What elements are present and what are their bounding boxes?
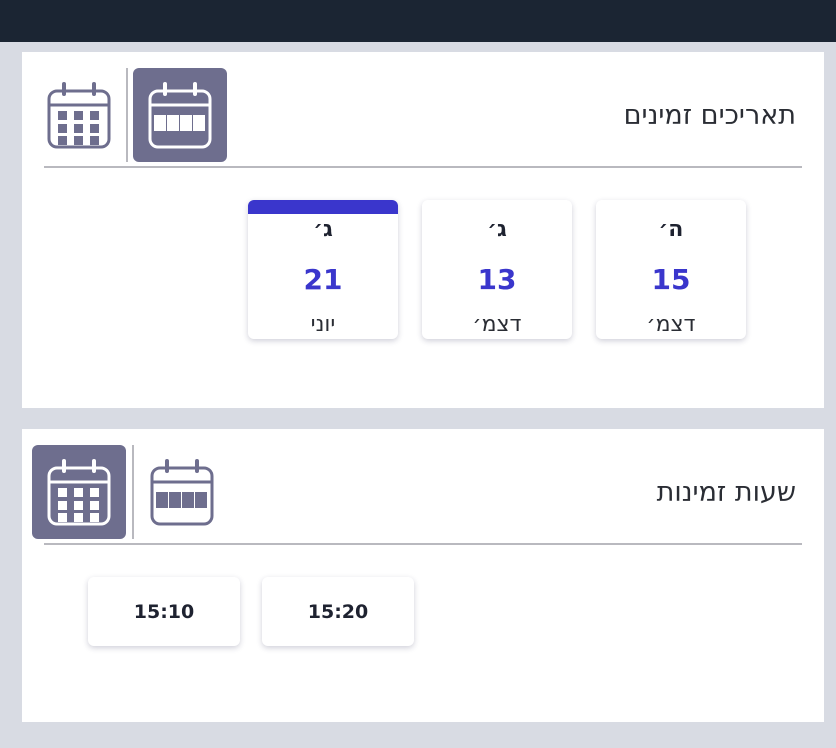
dates-month-view-button[interactable]: [32, 68, 126, 162]
dates-section-title: תאריכים זמינים: [623, 100, 796, 131]
time-option[interactable]: 15:10: [88, 577, 240, 646]
date-number: 21: [303, 263, 343, 296]
time-option[interactable]: 15:20: [262, 577, 414, 646]
top-bar: [0, 0, 836, 42]
calendar-month-icon: [47, 459, 111, 526]
hours-section-title: שעות זמינות: [656, 477, 796, 508]
calendar-month-icon: [47, 82, 111, 149]
hours-toggle-separator: [132, 445, 134, 539]
date-day: ג׳: [487, 217, 507, 242]
hours-divider: [44, 543, 802, 545]
date-option-selected[interactable]: ג׳ 21 יוני: [248, 200, 398, 339]
dates-week-view-button[interactable]: [133, 68, 227, 162]
dates-toggle-separator: [126, 68, 128, 162]
available-hours-card: שעות זמינות 15:20 15:10: [22, 429, 824, 722]
date-number: 13: [477, 263, 517, 296]
date-day: ג׳: [313, 217, 333, 242]
date-option[interactable]: ג׳ 13 דצמ׳: [422, 200, 572, 339]
date-day: ה׳: [658, 217, 684, 242]
date-month: יוני: [310, 312, 336, 337]
available-dates-card: תאריכים זמינים ה׳ 15 דצמ׳ ג׳ 13 דצמ׳ ג׳ …: [22, 52, 824, 408]
date-month: דצמ׳: [472, 312, 522, 337]
calendar-week-icon: [150, 459, 214, 526]
calendar-week-icon: [148, 82, 212, 149]
date-number: 15: [651, 263, 691, 296]
hours-week-view-button[interactable]: [135, 445, 229, 539]
date-month: דצמ׳: [646, 312, 696, 337]
hours-month-view-button[interactable]: [32, 445, 126, 539]
date-option[interactable]: ה׳ 15 דצמ׳: [596, 200, 746, 339]
dates-divider: [44, 166, 802, 168]
